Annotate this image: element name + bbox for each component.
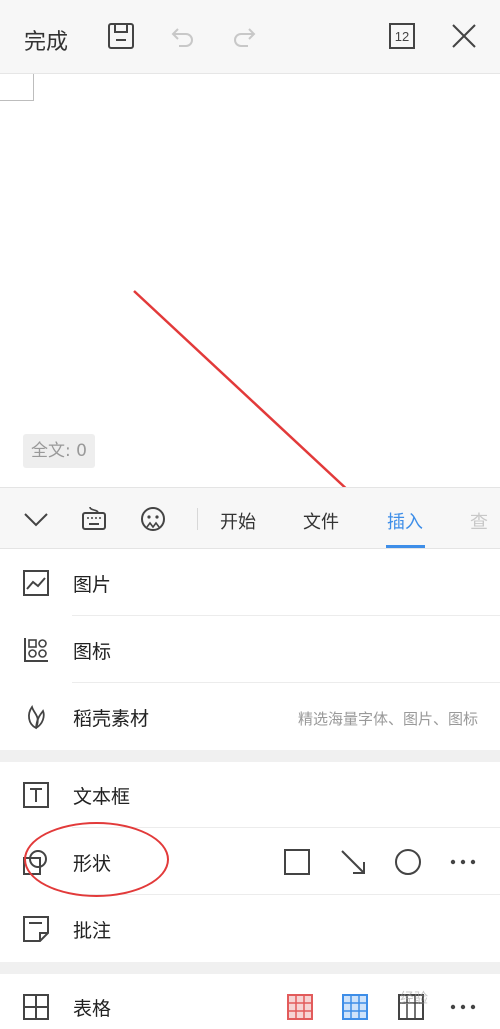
tab-review[interactable]: 查 — [470, 508, 488, 534]
menu-item-picture[interactable]: 图片 — [0, 550, 500, 616]
menu-item-comment[interactable]: 批注 — [0, 896, 500, 962]
tab-separator — [197, 508, 198, 530]
menu-item-hint: 精选海量字体、图片、图标 — [297, 710, 478, 728]
menu-item-label: 文本框 — [73, 786, 131, 808]
keyboard-icon[interactable] — [78, 503, 110, 535]
row-divider — [72, 615, 500, 616]
page-count: 12 — [394, 28, 410, 44]
menu-item-icons[interactable]: 图标 — [0, 617, 500, 683]
more-icon[interactable] — [446, 990, 480, 1024]
assistant-face-icon[interactable] — [137, 503, 169, 535]
undo-icon[interactable] — [167, 20, 199, 52]
circle-shape-icon[interactable] — [391, 845, 425, 879]
watermark: 经验 — [400, 991, 428, 1007]
menu-item-label: 图片 — [73, 574, 112, 596]
table-icon — [22, 993, 50, 1021]
row-divider — [72, 682, 500, 683]
document-canvas[interactable]: 全文: 0 — [0, 74, 500, 487]
collapse-chevron-icon[interactable] — [20, 503, 52, 535]
word-count: 全文: 0 — [23, 434, 95, 468]
arrow-line-shape-icon[interactable] — [336, 845, 370, 879]
menu-item-textbox[interactable]: 文本框 — [0, 762, 500, 828]
menu-item-docer-assets[interactable]: 稻壳素材 精选海量字体、图片、图标 — [0, 684, 500, 750]
more-icon[interactable] — [446, 845, 480, 879]
table-style-blue-icon[interactable] — [338, 990, 372, 1024]
menu-item-label: 批注 — [73, 920, 112, 942]
table-style-red-icon[interactable] — [283, 990, 317, 1024]
top-toolbar: 完成 12 — [0, 0, 500, 74]
ribbon-tab-bar: 开始 文件 插入 查 — [0, 487, 500, 549]
leaf-icon — [22, 703, 50, 731]
menu-item-label: 表格 — [73, 998, 112, 1020]
tab-file[interactable]: 文件 — [303, 508, 339, 534]
menu-item-label: 稻壳素材 — [73, 708, 150, 730]
close-icon[interactable] — [448, 20, 480, 52]
save-icon[interactable] — [105, 20, 137, 52]
done-button[interactable]: 完成 — [24, 24, 68, 56]
square-shape-icon[interactable] — [280, 845, 314, 879]
group-gap — [0, 750, 500, 762]
page-margin-marker — [0, 74, 34, 101]
redo-icon[interactable] — [228, 20, 260, 52]
tab-insert[interactable]: 插入 — [387, 508, 423, 534]
image-icon — [22, 569, 50, 597]
textbox-icon — [22, 781, 50, 809]
page-count-button[interactable]: 12 — [386, 20, 418, 52]
row-divider — [72, 894, 500, 895]
annotation-ellipse — [24, 822, 169, 897]
comment-icon — [22, 915, 50, 943]
icons-grid-icon — [22, 636, 50, 664]
menu-item-label: 图标 — [73, 641, 112, 663]
group-gap — [0, 962, 500, 974]
tab-start[interactable]: 开始 — [220, 508, 256, 534]
active-tab-indicator — [386, 545, 425, 548]
